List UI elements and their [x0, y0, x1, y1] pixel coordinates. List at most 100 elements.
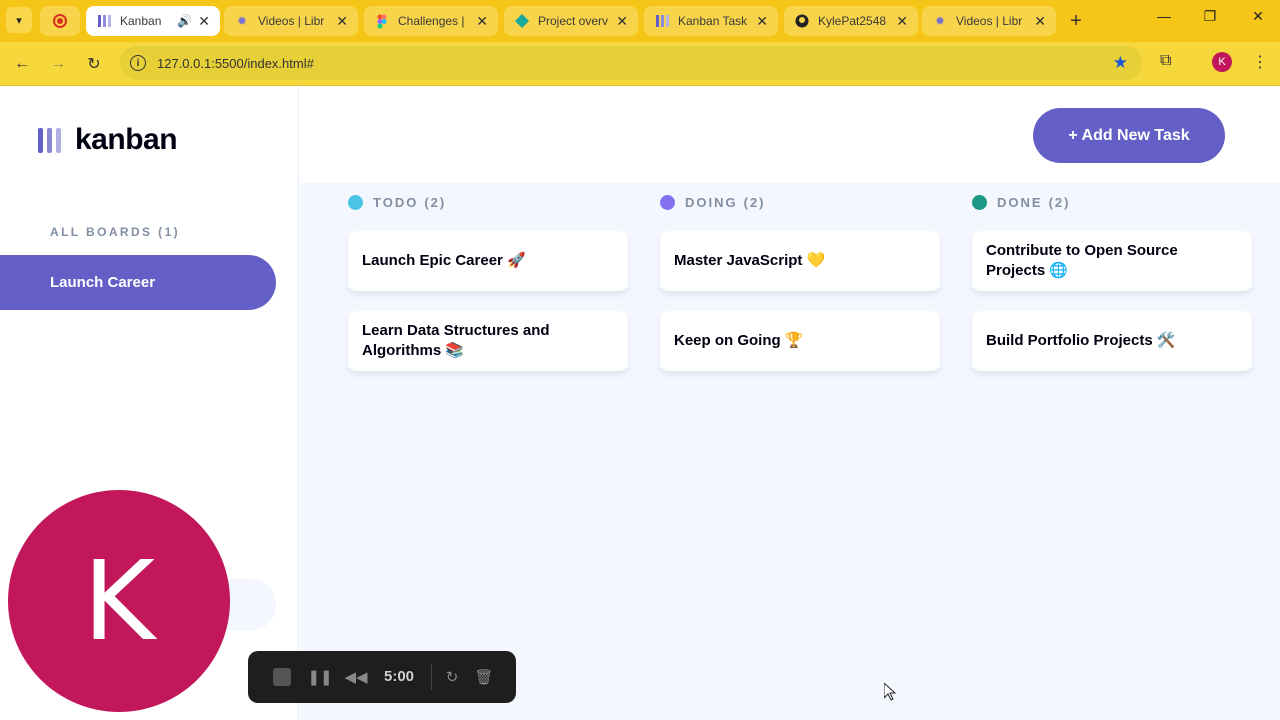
task-title: Contribute to Open Source Projects 🌐: [986, 242, 1178, 279]
extensions-button[interactable]: ⧉: [1160, 52, 1171, 70]
kanban-logo-icon: [38, 127, 61, 153]
board-header: + Add New Task: [300, 87, 1280, 183]
task-card[interactable]: Keep on Going 🏆: [660, 311, 940, 371]
arrow-left-icon: ←: [14, 55, 30, 72]
kanban-favicon-icon: [96, 13, 112, 29]
task-title: Build Portfolio Projects 🛠️: [986, 332, 1176, 349]
recording-controls: ❚❚ ◀◀ ↻ 🗑: [248, 651, 516, 703]
close-tab-icon[interactable]: ✕: [198, 13, 210, 30]
more-vert-icon: ⋮: [1252, 54, 1268, 71]
task-card[interactable]: Contribute to Open Source Projects 🌐: [972, 231, 1252, 291]
speaker-icon[interactable]: 🔊: [177, 14, 192, 28]
all-boards-heading: ALL BOARDS (1): [50, 225, 181, 239]
task-title: Learn Data Structures and Algorithms 📚: [362, 322, 550, 359]
task-card[interactable]: Build Portfolio Projects 🛠️: [972, 311, 1252, 371]
close-tab-icon[interactable]: ✕: [756, 13, 768, 30]
github-favicon-icon: [794, 13, 810, 29]
webcam-avatar: K: [8, 490, 230, 712]
plus-icon: +: [1070, 9, 1082, 32]
column-header: DOING (2): [660, 195, 766, 210]
close-icon: ✕: [1252, 8, 1264, 24]
new-tab-button[interactable]: +: [1064, 9, 1088, 33]
stop-icon: [273, 668, 291, 686]
rewind-icon: ◀◀: [344, 669, 368, 686]
tab-kanban-active[interactable]: Kanban 🔊 ✕: [86, 6, 220, 36]
forward-button[interactable]: →: [46, 52, 70, 76]
column-name: TODO: [373, 195, 419, 210]
restart-button[interactable]: ↻: [442, 667, 462, 687]
recording-tab[interactable]: [40, 6, 80, 36]
restore-button[interactable]: ❐: [1198, 8, 1222, 25]
pause-icon: ❚❚: [307, 669, 333, 686]
close-tab-icon[interactable]: ✕: [616, 13, 628, 30]
url-text[interactable]: 127.0.0.1:5500/index.html#: [157, 56, 314, 71]
tab-project-overview[interactable]: Project overv ✕: [504, 6, 638, 36]
task-title: Keep on Going 🏆: [674, 332, 804, 349]
rewind-button[interactable]: ◀◀: [344, 667, 368, 687]
stop-recording-button[interactable]: [272, 667, 292, 687]
close-window-button[interactable]: ✕: [1246, 8, 1270, 25]
column-status-dot: [972, 195, 987, 210]
tab-videos-1[interactable]: ✹ Videos | Libr ✕: [224, 6, 358, 36]
tab-kanban-task[interactable]: Kanban Task ✕: [644, 6, 778, 36]
tab-title: Kanban: [120, 14, 162, 28]
tab-title: Videos | Libr: [258, 14, 325, 28]
tab-title: Challenges |: [398, 14, 465, 28]
tab-title: Videos | Libr: [956, 14, 1023, 28]
pause-recording-button[interactable]: ❚❚: [307, 667, 333, 687]
sidebar-item-launch-career[interactable]: Launch Career: [0, 255, 276, 310]
board-label: Launch Career: [50, 274, 156, 291]
record-icon: [53, 14, 67, 28]
minimize-icon: —: [1157, 8, 1171, 24]
arrow-right-icon: →: [50, 55, 66, 72]
logo-text: kanban: [75, 123, 178, 156]
tab-github[interactable]: KylePat2548 ✕: [784, 6, 918, 36]
mouse-cursor-icon: [884, 683, 896, 701]
close-tab-icon[interactable]: ✕: [476, 13, 488, 30]
close-tab-icon[interactable]: ✕: [1034, 13, 1046, 30]
gear-favicon-icon: ✹: [934, 14, 946, 28]
profile-avatar[interactable]: K: [1212, 52, 1232, 72]
puzzle-icon: ⧉: [1160, 52, 1172, 69]
tab-title: KylePat2548: [818, 14, 887, 28]
task-title: Master JavaScript 💛: [674, 252, 826, 269]
restore-icon: ❐: [1203, 8, 1217, 24]
column-count: (2): [1048, 195, 1071, 210]
close-tab-icon[interactable]: ✕: [896, 13, 908, 30]
divider: [431, 664, 432, 690]
task-card[interactable]: Launch Epic Career 🚀: [348, 231, 628, 291]
reload-icon: ↻: [87, 56, 101, 73]
column-status-dot: [660, 195, 675, 210]
recording-timer: 5:00: [384, 668, 415, 685]
chevron-down-icon: ▾: [16, 14, 22, 27]
task-title: Launch Epic Career 🚀: [362, 252, 526, 269]
back-button[interactable]: ←: [10, 52, 34, 76]
close-tab-icon[interactable]: ✕: [336, 13, 348, 30]
board-columns: TODO (2) Launch Epic Career 🚀 Learn Data…: [300, 183, 1280, 720]
reload-button[interactable]: ↻: [82, 52, 106, 76]
browser-tab-strip: ▾ Kanban 🔊 ✕ ✹ Videos | Libr ✕ Challenge…: [0, 0, 1280, 42]
tab-search-button[interactable]: ▾: [6, 7, 32, 33]
column-count: (2): [424, 195, 447, 210]
tab-challenges[interactable]: Challenges | ✕: [364, 6, 498, 36]
browser-toolbar: ← → ↻ i 127.0.0.1:5500/index.html# ★ ⧉ K…: [0, 42, 1280, 86]
task-card[interactable]: Master JavaScript 💛: [660, 231, 940, 291]
site-info-icon[interactable]: i: [130, 55, 146, 71]
column-name: DOING: [685, 195, 738, 210]
column-header: DONE (2): [972, 195, 1070, 210]
kanban-favicon-icon: [654, 13, 670, 29]
bookmark-star-icon[interactable]: ★: [1113, 53, 1128, 73]
address-bar[interactable]: i 127.0.0.1:5500/index.html# ★: [120, 46, 1142, 80]
delete-recording-button[interactable]: 🗑: [474, 667, 494, 687]
browser-menu-button[interactable]: ⋮: [1252, 52, 1268, 72]
column-name: DONE: [997, 195, 1043, 210]
column-count: (2): [743, 195, 766, 210]
logo: kanban: [38, 123, 178, 157]
tab-title: Project overv: [538, 14, 609, 28]
add-new-task-button[interactable]: + Add New Task: [1033, 108, 1225, 163]
minimize-button[interactable]: —: [1152, 8, 1176, 24]
task-card[interactable]: Learn Data Structures and Algorithms 📚: [348, 311, 628, 371]
column-status-dot: [348, 195, 363, 210]
tab-videos-2[interactable]: ✹ Videos | Libr ✕: [922, 6, 1056, 36]
trash-icon: 🗑: [474, 669, 494, 686]
